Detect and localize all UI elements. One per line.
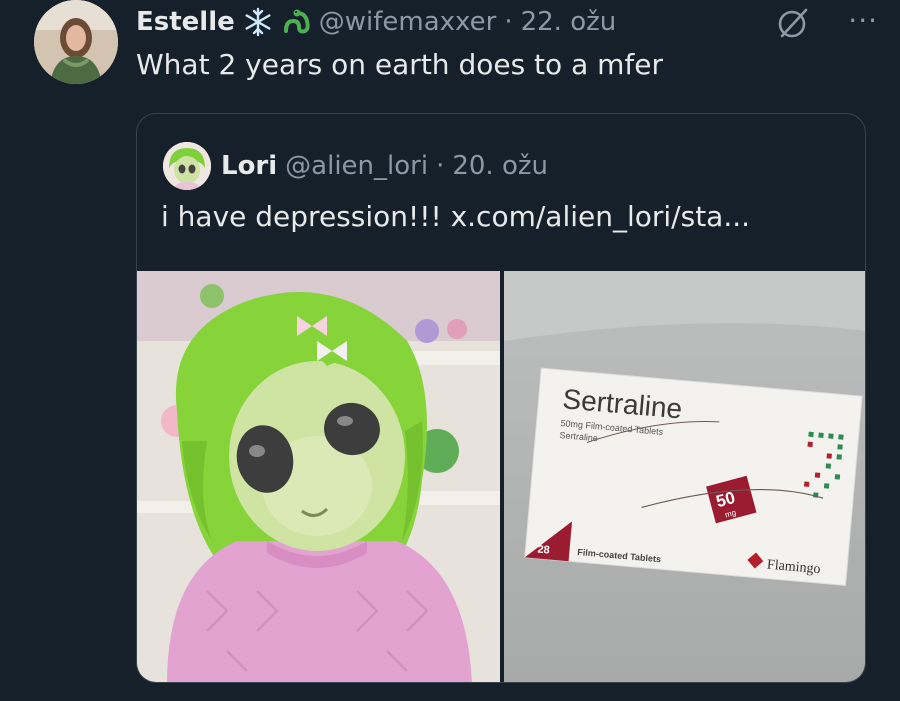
more-icon[interactable]: ···	[848, 4, 878, 37]
quoted-author-name[interactable]: Lori	[221, 151, 277, 181]
author-avatar[interactable]	[34, 0, 118, 84]
separator-dot: ·	[436, 151, 445, 181]
quoted-tweet[interactable]: Lori @alien_lori · 20. ožu i have depres…	[136, 113, 866, 683]
author-handle[interactable]: @wifemaxxer	[319, 7, 497, 37]
separator-dot: ·	[504, 7, 513, 37]
photo-alien-mask[interactable]	[137, 271, 500, 682]
quoted-date[interactable]: 20. ožu	[452, 151, 548, 181]
tweet-header: Estelle @wifemaxxer · 22. ožu	[136, 4, 616, 40]
sea-serpent-icon	[281, 7, 311, 37]
quoted-header: Lori @alien_lori · 20. ožu	[221, 148, 548, 184]
snowflake-icon	[243, 7, 273, 37]
author-name[interactable]: Estelle	[136, 7, 235, 37]
grok-icon[interactable]	[776, 6, 810, 40]
photo-medication-box[interactable]: Sertraline 50mg Film-coated Tablets Sert…	[504, 271, 865, 682]
quoted-author-avatar[interactable]	[163, 142, 211, 190]
quoted-author-handle[interactable]: @alien_lori	[285, 151, 428, 181]
box-count: 28	[537, 544, 550, 557]
tweet-date[interactable]: 22. ožu	[521, 7, 617, 37]
quoted-text: i have depression!!! x.com/alien_lori/st…	[161, 200, 751, 233]
tweet: Estelle @wifemaxxer · 22. ožu ··· What 2…	[0, 0, 900, 701]
tweet-text: What 2 years on earth does to a mfer	[136, 48, 663, 81]
media-grid: Sertraline 50mg Film-coated Tablets Sert…	[137, 271, 865, 682]
